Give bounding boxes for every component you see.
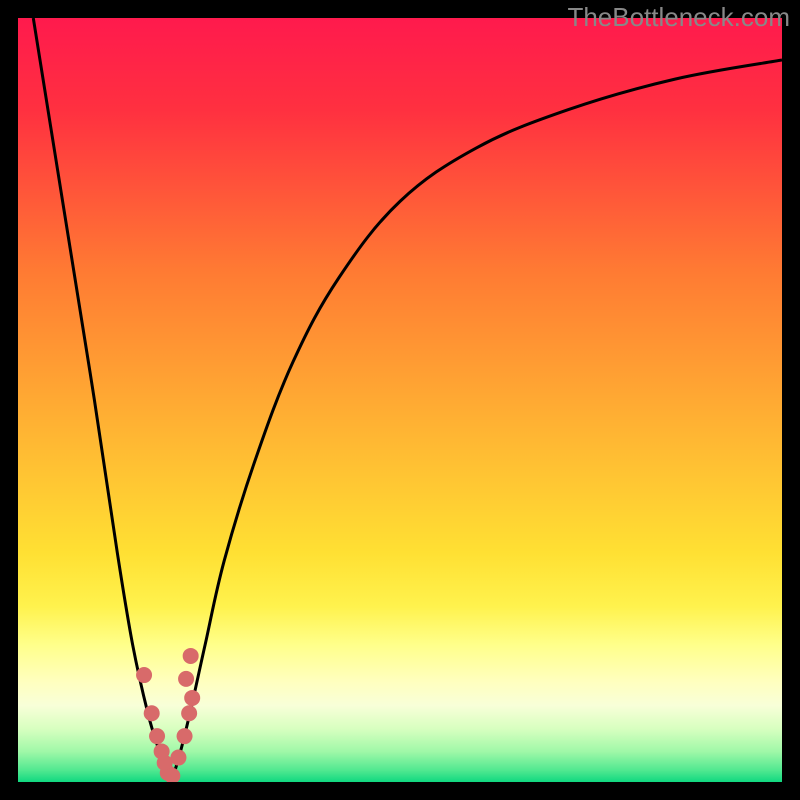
- data-point: [136, 667, 152, 683]
- data-point: [181, 705, 197, 721]
- data-point: [178, 671, 194, 687]
- data-points: [136, 648, 200, 782]
- data-point: [183, 648, 199, 664]
- data-point: [149, 728, 165, 744]
- watermark-text: TheBottleneck.com: [567, 2, 790, 33]
- data-point: [170, 750, 186, 766]
- data-point: [144, 705, 160, 721]
- plot-area: [18, 18, 782, 782]
- chart-container: TheBottleneck.com: [0, 0, 800, 800]
- curve-right-arm: [171, 60, 782, 782]
- data-point: [184, 690, 200, 706]
- data-point: [177, 728, 193, 744]
- curve-left-arm: [33, 18, 171, 782]
- curve-layer: [18, 18, 782, 782]
